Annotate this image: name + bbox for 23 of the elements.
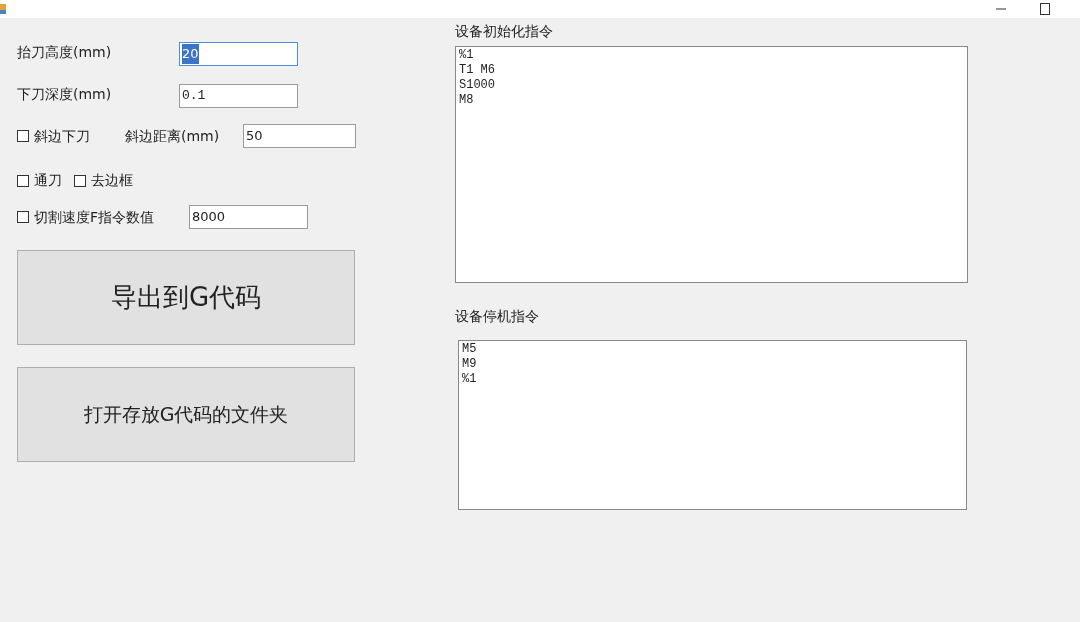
- app-icon: [0, 4, 6, 14]
- text-field[interactable]: 0.1: [179, 84, 298, 108]
- text-field[interactable]: 50: [243, 124, 356, 148]
- checkbox-label: 切割速度F指令数值: [34, 207, 155, 227]
- checkbox[interactable]: [17, 211, 29, 223]
- action-button[interactable]: 导出到G代码: [17, 250, 355, 345]
- section-label: 设备初始化指令: [455, 22, 554, 41]
- field-label: 抬刀高度(mm): [17, 43, 113, 62]
- field-label: 下刀深度(mm): [17, 85, 113, 104]
- field-label: 斜边距离(mm): [125, 126, 221, 146]
- action-button[interactable]: 打开存放G代码的文件夹: [17, 367, 355, 462]
- command-text-area[interactable]: M5 M9 %1: [458, 340, 967, 510]
- text-field[interactable]: 20: [179, 42, 298, 66]
- checkbox[interactable]: [17, 130, 29, 142]
- checkbox[interactable]: [74, 174, 86, 187]
- checkbox[interactable]: [17, 174, 29, 187]
- command-text-area[interactable]: %1 T1 M6 S1000 M8: [455, 46, 968, 283]
- checkbox-label: 通刀: [34, 171, 62, 190]
- maximize-icon[interactable]: [1040, 3, 1050, 15]
- checkbox-label: 去边框: [91, 171, 133, 190]
- checkbox-label: 斜边下刀: [34, 126, 90, 146]
- text-field[interactable]: 8000: [189, 205, 308, 229]
- section-label: 设备停机指令: [455, 307, 540, 326]
